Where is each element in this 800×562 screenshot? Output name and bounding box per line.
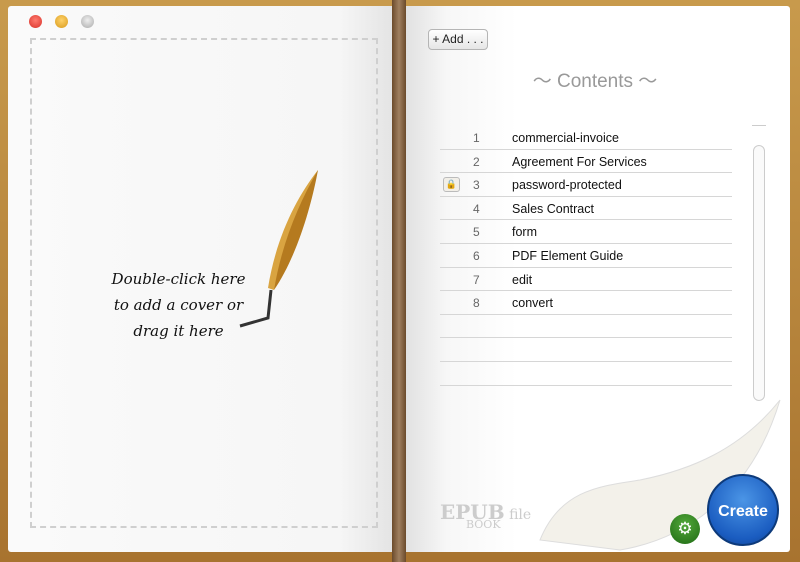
- item-number: 6: [473, 248, 480, 263]
- item-number: 7: [473, 272, 480, 287]
- table-row[interactable]: 1 commercial-invoice: [440, 126, 732, 150]
- table-row[interactable]: 7 edit: [440, 268, 732, 292]
- item-name: convert: [512, 296, 553, 311]
- create-button[interactable]: Create: [707, 474, 779, 546]
- scrollbar[interactable]: [753, 145, 765, 401]
- item-number: 8: [473, 296, 480, 311]
- table-row[interactable]: [440, 338, 732, 362]
- table-row[interactable]: [440, 362, 732, 386]
- item-number: 1: [473, 131, 480, 145]
- epub-logo: EPUB file BOOK: [440, 500, 532, 531]
- table-row[interactable]: 2 Agreement For Services: [440, 150, 732, 174]
- lock-icon: 🔒: [443, 177, 460, 193]
- item-number: 2: [473, 154, 480, 169]
- item-number: 4: [473, 201, 480, 216]
- quill-icon: [239, 170, 318, 328]
- book-spine: [392, 0, 406, 562]
- item-name: PDF Element Guide: [512, 248, 624, 263]
- item-name: Agreement For Services: [512, 154, 647, 169]
- contents-title-text: Contents: [556, 71, 634, 92]
- contents-list: 1 commercial-invoice 2 Agreement For Servic…: [440, 126, 732, 386]
- zoom-button[interactable]: [81, 15, 94, 28]
- item-number: 5: [473, 225, 480, 240]
- item-name: Sales Contract: [512, 201, 594, 216]
- close-button[interactable]: [29, 15, 42, 28]
- gear-icon: ⚙: [677, 519, 693, 538]
- item-name: form: [512, 225, 537, 240]
- item-name: commercial-invoice: [512, 131, 619, 145]
- table-row[interactable]: 5 form: [440, 220, 732, 244]
- contents-title: 〜 Contents 〜: [532, 71, 658, 92]
- minimize-button[interactable]: [55, 15, 68, 28]
- item-name: password-protected: [512, 178, 622, 193]
- table-row[interactable]: 🔒 3 password-protected: [440, 173, 732, 197]
- item-number: 3: [473, 178, 480, 193]
- add-button[interactable]: + Add . . .: [428, 29, 488, 50]
- item-name: edit: [512, 272, 533, 287]
- table-row[interactable]: 8 convert: [440, 291, 732, 315]
- divider: [752, 125, 766, 126]
- table-row[interactable]: [440, 315, 732, 339]
- table-row[interactable]: 4 Sales Contract: [440, 197, 732, 221]
- settings-button[interactable]: ⚙: [670, 514, 700, 544]
- table-row[interactable]: 6 PDF Element Guide: [440, 244, 732, 268]
